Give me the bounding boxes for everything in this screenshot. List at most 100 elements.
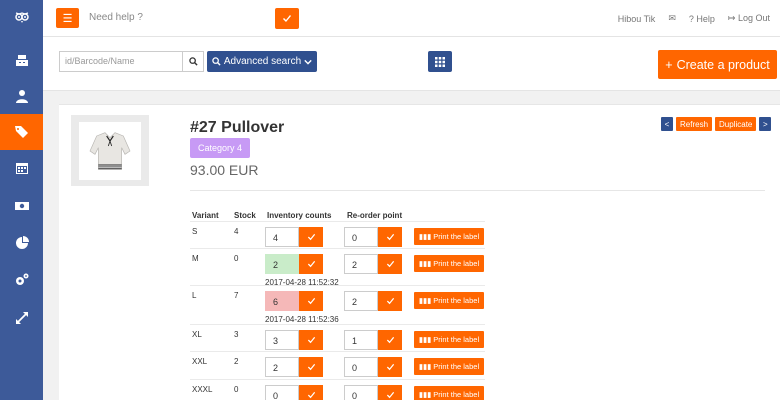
reorder-point-input[interactable]: 0 <box>344 357 378 377</box>
top-bar: ☰ Need help ? Hibou Tik ✉ ? Help ↦ Log O… <box>43 0 780 37</box>
search-button[interactable] <box>182 51 204 72</box>
inventory-count-input[interactable]: 3 <box>265 330 299 350</box>
print-label-button[interactable]: ▮▮▮ Print the label <box>414 331 484 348</box>
logout-link[interactable]: ↦ Log Out <box>728 13 770 24</box>
user-icon[interactable] <box>0 78 43 114</box>
hamburger-menu-button[interactable]: ☰ <box>56 8 79 28</box>
save-count-button[interactable] <box>299 357 323 377</box>
save-count-button[interactable] <box>299 227 323 247</box>
help-submit-button[interactable] <box>275 8 299 29</box>
create-product-label: Create a product <box>676 57 770 72</box>
stock-cell: 0 <box>234 385 239 394</box>
reorder-point-input[interactable]: 2 <box>344 291 378 311</box>
user-menu: Hibou Tik ✉ ? Help ↦ Log Out <box>618 13 770 24</box>
check-icon <box>283 14 291 22</box>
row-divider <box>190 285 485 286</box>
refresh-button[interactable]: Refresh <box>676 117 713 131</box>
print-label-button[interactable]: ▮▮▮ Print the label <box>414 386 484 400</box>
grid-view-button[interactable] <box>428 51 452 72</box>
variant-cell: L <box>192 291 197 300</box>
inventory-count-input[interactable]: 6 <box>265 291 299 311</box>
row-divider <box>190 248 485 249</box>
product-thumbnail[interactable] <box>71 115 149 186</box>
save-reorder-button[interactable] <box>378 385 402 400</box>
inventory-count-input[interactable]: 4 <box>265 227 299 247</box>
reorder-point-input[interactable]: 1 <box>344 330 378 350</box>
check-icon <box>307 363 315 370</box>
inventory-count-input[interactable]: 0 <box>265 385 299 400</box>
stock-cell: 0 <box>234 254 239 263</box>
tags-icon[interactable] <box>0 114 43 150</box>
chevron-down-icon <box>304 59 312 65</box>
check-icon <box>386 233 394 240</box>
check-icon <box>386 297 394 304</box>
advanced-search-label: Advanced search <box>223 56 302 67</box>
question-icon: ? <box>688 13 694 24</box>
category-badge[interactable]: Category 4 <box>190 138 250 158</box>
money-icon[interactable] <box>0 188 43 224</box>
save-reorder-button[interactable] <box>378 291 402 311</box>
reorder-point-input[interactable]: 0 <box>344 385 378 400</box>
row-divider <box>190 351 485 352</box>
print-label-button[interactable]: ▮▮▮ Print the label <box>414 255 484 272</box>
calendar-icon[interactable] <box>0 150 43 186</box>
variant-cell: XXL <box>192 357 208 366</box>
save-reorder-button[interactable] <box>378 227 402 247</box>
duplicate-button[interactable]: Duplicate <box>715 117 757 131</box>
search-icon <box>188 57 198 66</box>
expand-icon[interactable] <box>0 300 43 336</box>
advanced-search-button[interactable]: Advanced search <box>207 51 317 72</box>
header-inventory: Inventory counts <box>267 211 332 220</box>
product-price: 93.00 EUR <box>190 162 259 178</box>
check-icon <box>386 336 394 343</box>
user-name-link[interactable]: Hibou Tik <box>618 14 656 24</box>
barcode-icon: ▮▮▮ <box>418 390 432 399</box>
inventory-count-input[interactable]: 2 <box>265 357 299 377</box>
pie-chart-icon[interactable] <box>0 225 43 261</box>
save-reorder-button[interactable] <box>378 357 402 377</box>
owl-logo-icon[interactable] <box>0 0 43 36</box>
create-product-button[interactable]: + Create a product <box>658 50 777 79</box>
pullover-image <box>89 131 131 170</box>
variant-cell: XXXL <box>192 385 213 394</box>
product-title: #27 Pullover <box>190 119 285 136</box>
envelope-icon[interactable]: ✉ <box>668 13 676 24</box>
product-nav: < Refresh Duplicate > <box>661 117 772 131</box>
print-label-button[interactable]: ▮▮▮ Print the label <box>414 228 484 245</box>
cogs-icon[interactable] <box>0 262 43 298</box>
header-reorder: Re-order point <box>347 211 403 220</box>
help-search-input[interactable]: Need help ? <box>89 12 143 23</box>
row-divider <box>190 221 485 222</box>
header-stock: Stock <box>234 211 256 220</box>
variant-cell: M <box>192 254 199 263</box>
inventory-count-input[interactable]: 2 <box>265 254 299 274</box>
save-reorder-button[interactable] <box>378 254 402 274</box>
stock-cell: 3 <box>234 330 239 339</box>
cash-register-icon[interactable] <box>0 42 43 78</box>
save-reorder-button[interactable] <box>378 330 402 350</box>
sidebar <box>0 0 43 400</box>
product-search-input[interactable]: id/Barcode/Name <box>59 51 182 72</box>
reorder-point-input[interactable]: 0 <box>344 227 378 247</box>
previous-product-button[interactable]: < <box>661 117 673 131</box>
next-product-button[interactable]: > <box>759 117 772 131</box>
save-count-button[interactable] <box>299 385 323 400</box>
barcode-icon: ▮▮▮ <box>418 259 432 268</box>
barcode-icon: ▮▮▮ <box>418 296 432 305</box>
save-count-button[interactable] <box>299 291 323 311</box>
barcode-icon: ▮▮▮ <box>418 362 432 371</box>
print-label-button[interactable]: ▮▮▮ Print the label <box>414 292 484 309</box>
stock-cell: 2 <box>234 357 239 366</box>
row-divider <box>190 379 485 380</box>
variant-cell: XL <box>192 330 202 339</box>
product-card: #27 Pullover Category 4 93.00 EUR < Refr… <box>59 104 780 400</box>
reorder-point-input[interactable]: 2 <box>344 254 378 274</box>
grid-icon <box>435 56 445 67</box>
check-icon <box>307 233 315 240</box>
help-link[interactable]: ? Help <box>689 14 715 24</box>
save-count-button[interactable] <box>299 254 323 274</box>
barcode-icon: ▮▮▮ <box>418 232 432 241</box>
print-label-button[interactable]: ▮▮▮ Print the label <box>414 358 484 375</box>
save-count-button[interactable] <box>299 330 323 350</box>
print-label-text: Print the label <box>433 232 480 241</box>
